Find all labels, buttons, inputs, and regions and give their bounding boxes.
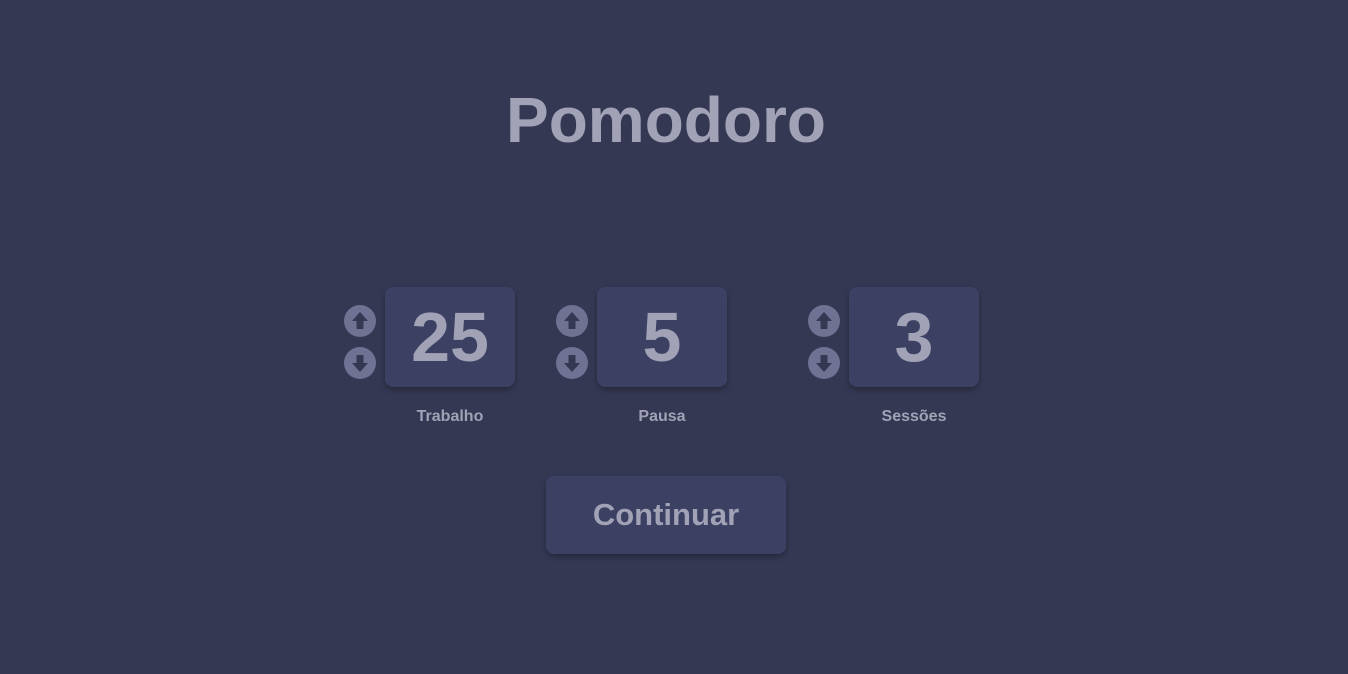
- page-title: Pomodoro: [506, 84, 826, 156]
- pomodoro-app: Pomodoro 25 Trabalho 5 Pausa 3 Sessões C…: [0, 0, 1348, 674]
- sessions-stepper: [808, 305, 840, 379]
- arrow-up-circle-icon: [816, 312, 832, 329]
- break-label: Pausa: [638, 408, 686, 425]
- sessions-value: 3: [849, 287, 979, 387]
- work-label: Trabalho: [416, 408, 484, 425]
- break-decrease-button[interactable]: [556, 347, 588, 379]
- work-increase-button[interactable]: [344, 305, 376, 337]
- work-decrease-button[interactable]: [344, 347, 376, 379]
- work-stepper: [344, 305, 376, 379]
- break-increase-button[interactable]: [556, 305, 588, 337]
- sessions-decrease-button[interactable]: [808, 347, 840, 379]
- continue-button[interactable]: Continuar: [546, 476, 786, 554]
- break-stepper: [556, 305, 588, 379]
- arrow-down-circle-icon: [564, 355, 580, 372]
- arrow-down-circle-icon: [352, 355, 368, 372]
- arrow-down-circle-icon: [816, 355, 832, 372]
- arrow-up-circle-icon: [564, 312, 580, 329]
- break-value: 5: [597, 287, 727, 387]
- work-value: 25: [385, 287, 515, 387]
- sessions-increase-button[interactable]: [808, 305, 840, 337]
- arrow-up-circle-icon: [352, 312, 368, 329]
- sessions-label: Sessões: [881, 408, 947, 425]
